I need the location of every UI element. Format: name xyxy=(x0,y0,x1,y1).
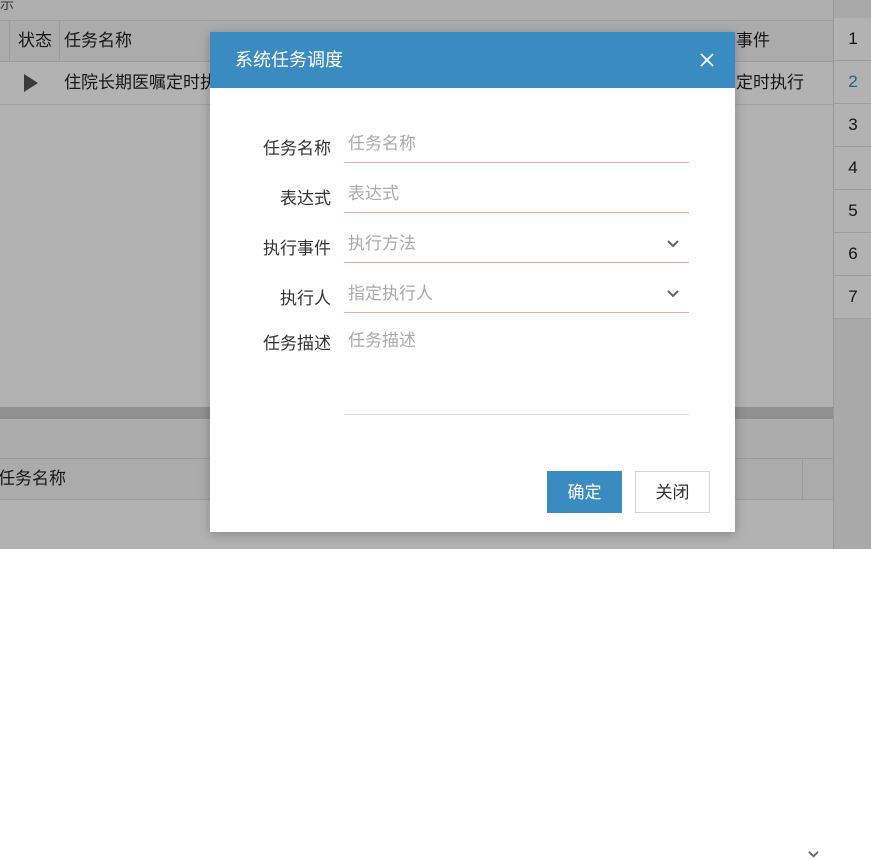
task-name-input[interactable] xyxy=(344,125,689,163)
confirm-button[interactable]: 确定 xyxy=(547,471,622,513)
dialog-title: 系统任务调度 xyxy=(235,50,343,70)
chevron-down-icon[interactable] xyxy=(808,849,819,860)
description-label: 任务描述 xyxy=(263,334,331,353)
close-button[interactable]: 关闭 xyxy=(635,471,710,513)
event-select[interactable]: 执行方法 xyxy=(344,225,689,263)
chevron-down-icon[interactable] xyxy=(667,239,679,249)
expression-input[interactable] xyxy=(344,175,689,213)
dialog-header: 系统任务调度 xyxy=(210,32,735,88)
task-name-label: 任务名称 xyxy=(263,139,331,158)
executor-select[interactable]: 指定执行人 xyxy=(344,275,689,313)
event-select-placeholder: 执行方法 xyxy=(348,234,416,253)
chevron-down-icon[interactable] xyxy=(667,289,679,299)
task-schedule-dialog: 系统任务调度 任务名称 表达式 执行事件 执行方法 执行人 指定执行人 xyxy=(210,32,735,532)
executor-select-placeholder: 指定执行人 xyxy=(348,284,433,303)
close-icon[interactable] xyxy=(699,52,715,68)
event-label: 执行事件 xyxy=(263,239,331,258)
executor-label: 执行人 xyxy=(280,289,331,308)
description-textarea[interactable] xyxy=(344,325,689,415)
expression-label: 表达式 xyxy=(280,189,331,208)
